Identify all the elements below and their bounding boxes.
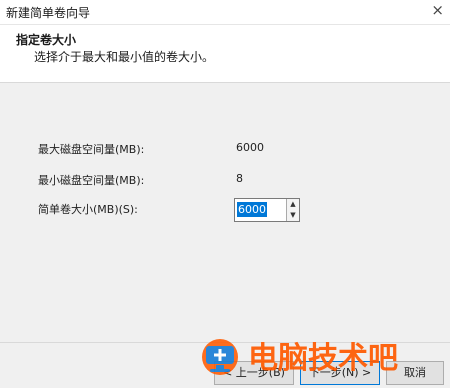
wizard-header: 指定卷大小 选择介于最大和最小值的卷大小。 [0, 25, 450, 83]
close-icon[interactable]: × [431, 1, 444, 19]
window-titlebar: 新建简单卷向导 × [0, 0, 450, 25]
volume-size-label: 简单卷大小(MB)(S): [38, 203, 138, 216]
stepper-buttons: ▲ ▼ [286, 199, 299, 221]
min-size-label: 最小磁盘空间量(MB): [38, 174, 145, 187]
volume-size-stepper[interactable]: 6000 ▲ ▼ [234, 198, 300, 222]
max-size-value: 6000 [236, 141, 264, 154]
page-title: 指定卷大小 [16, 33, 77, 47]
watermark-logo: 电脑技术吧 [202, 339, 398, 376]
max-size-label: 最大磁盘空间量(MB): [38, 143, 145, 156]
computer-plus-icon [202, 339, 238, 375]
min-size-value: 8 [236, 172, 243, 185]
wizard-content: 最大磁盘空间量(MB): 6000 最小磁盘空间量(MB): 8 简单卷大小(M… [0, 83, 450, 342]
page-subtitle: 选择介于最大和最小值的卷大小。 [34, 50, 215, 64]
volume-size-input[interactable]: 6000 [237, 202, 267, 217]
chevron-down-icon[interactable]: ▼ [287, 210, 299, 221]
window-title: 新建简单卷向导 [6, 6, 91, 20]
watermark-text: 电脑技术吧 [248, 341, 398, 376]
